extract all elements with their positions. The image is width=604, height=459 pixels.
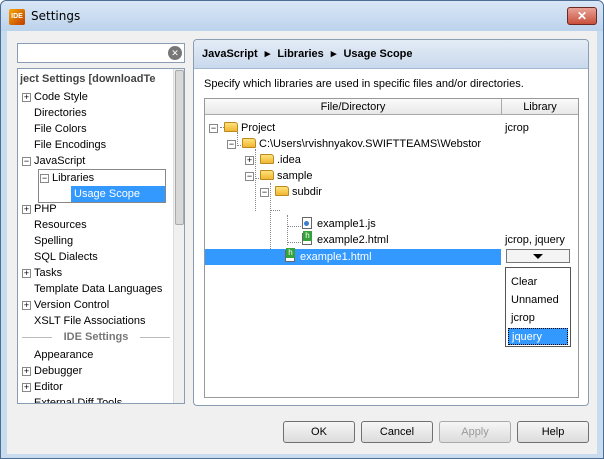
collapse-icon[interactable]: − [260,188,269,197]
table-row[interactable]: − subdir [260,184,579,200]
table-row[interactable]: + .idea [245,152,579,168]
dropdown-option-clear[interactable]: Clear [508,274,568,291]
breadcrumb-separator-icon: ▸ [330,48,337,60]
collapse-icon[interactable]: − [227,140,236,149]
folder-icon [224,122,238,132]
tree-item-resources[interactable]: Resources [34,217,87,233]
folder-open-icon [275,186,289,196]
tree-scrollbar[interactable] [173,69,184,403]
column-header-file[interactable]: File/Directory [205,99,502,115]
ide-settings-header: IDE Settings [18,329,174,345]
html-file-icon [285,248,295,262]
search-input[interactable]: ✕ [17,43,185,63]
table-row[interactable]: − sample [245,168,579,184]
dropdown-option-unnamed[interactable]: Unnamed [508,292,568,309]
folder-icon [260,154,274,164]
project-settings-header: ject Settings [downloadTe [20,73,156,85]
panel-description: Specify which libraries are used in spec… [204,78,524,90]
table-row[interactable]: example1.js [302,216,579,232]
collapse-icon[interactable]: − [245,172,254,181]
tree-item-spelling[interactable]: Spelling [34,233,73,249]
expand-icon[interactable]: + [22,383,31,392]
tree-item-file-encodings[interactable]: File Encodings [34,137,106,153]
breadcrumb-separator-icon: ▸ [264,48,271,60]
help-button[interactable]: Help [517,421,589,443]
library-cell[interactable]: jcrop, jquery [505,232,565,248]
ok-button[interactable]: OK [283,421,355,443]
window-title: Settings [31,9,81,23]
settings-tree[interactable]: ject Settings [downloadTe + Code Style D… [17,68,185,404]
usage-scope-panel: JavaScript ▸ Libraries ▸ Usage Scope Spe… [193,39,589,406]
title-bar[interactable]: IDE Settings ✕ [1,1,603,31]
cancel-button[interactable]: Cancel [361,421,433,443]
expand-icon[interactable]: + [22,367,31,376]
table-row[interactable]: − C:\Users\rvishnyakov.SWIFTTEAMS\Websto… [227,136,579,152]
tree-item-directories[interactable]: Directories [34,105,87,121]
expand-icon[interactable]: + [22,205,31,214]
breadcrumb-javascript: JavaScript [202,48,258,60]
expand-icon[interactable]: + [245,156,254,165]
tree-item-usage-scope[interactable]: Usage Scope [71,186,165,202]
tree-item-xslt-file-associations[interactable]: XSLT File Associations [34,313,145,329]
html-file-icon [302,231,312,245]
javascript-file-icon [302,217,312,229]
column-header-library[interactable]: Library [502,99,578,115]
collapse-icon[interactable]: − [22,157,31,166]
library-cell[interactable]: jcrop [505,120,529,136]
tree-item-file-colors[interactable]: File Colors [34,121,87,137]
expand-icon[interactable]: + [22,93,31,102]
dialog-body: ✕ ject Settings [downloadTe + Code Style… [7,31,597,454]
table-row-selected[interactable]: example1.html [205,248,501,265]
close-button[interactable]: ✕ [567,7,597,25]
breadcrumb-usage-scope: Usage Scope [343,48,413,60]
apply-button[interactable]: Apply [439,421,511,443]
dropdown-option-jquery[interactable]: jquery [508,328,568,345]
clear-search-icon[interactable]: ✕ [168,46,182,60]
tree-item-external-diff-tools[interactable]: External Diff Tools [34,395,122,403]
dropdown-arrow-icon[interactable] [533,254,543,259]
table-row[interactable]: example2.html jcrop, jquery [302,231,579,248]
tree-item-appearance[interactable]: Appearance [34,347,93,363]
tree-item-sql-dialects[interactable]: SQL Dialects [34,249,98,265]
library-dropdown-list[interactable]: Clear Unnamed jcrop jquery [505,267,571,347]
breadcrumb-libraries: Libraries [277,48,324,60]
folder-open-icon [242,138,256,148]
dropdown-option-jcrop[interactable]: jcrop [508,310,568,327]
tree-item-template-data-languages[interactable]: Template Data Languages [34,281,162,297]
app-logo-icon: IDE [9,9,25,25]
settings-window: IDE Settings ✕ ✕ ject Settings [download… [0,0,604,459]
folder-open-icon [260,170,274,180]
table-row[interactable]: − Project jcrop [209,120,579,136]
library-combobox[interactable] [506,249,570,263]
collapse-icon[interactable]: − [209,124,218,133]
expand-icon[interactable]: + [22,269,31,278]
usage-scope-table[interactable]: File/Directory Library − Project jcrop −… [204,98,579,398]
collapse-icon[interactable]: − [40,174,49,183]
breadcrumb: JavaScript ▸ Libraries ▸ Usage Scope [194,40,588,69]
expand-icon[interactable]: + [22,301,31,310]
scrollbar-thumb[interactable] [175,70,184,225]
